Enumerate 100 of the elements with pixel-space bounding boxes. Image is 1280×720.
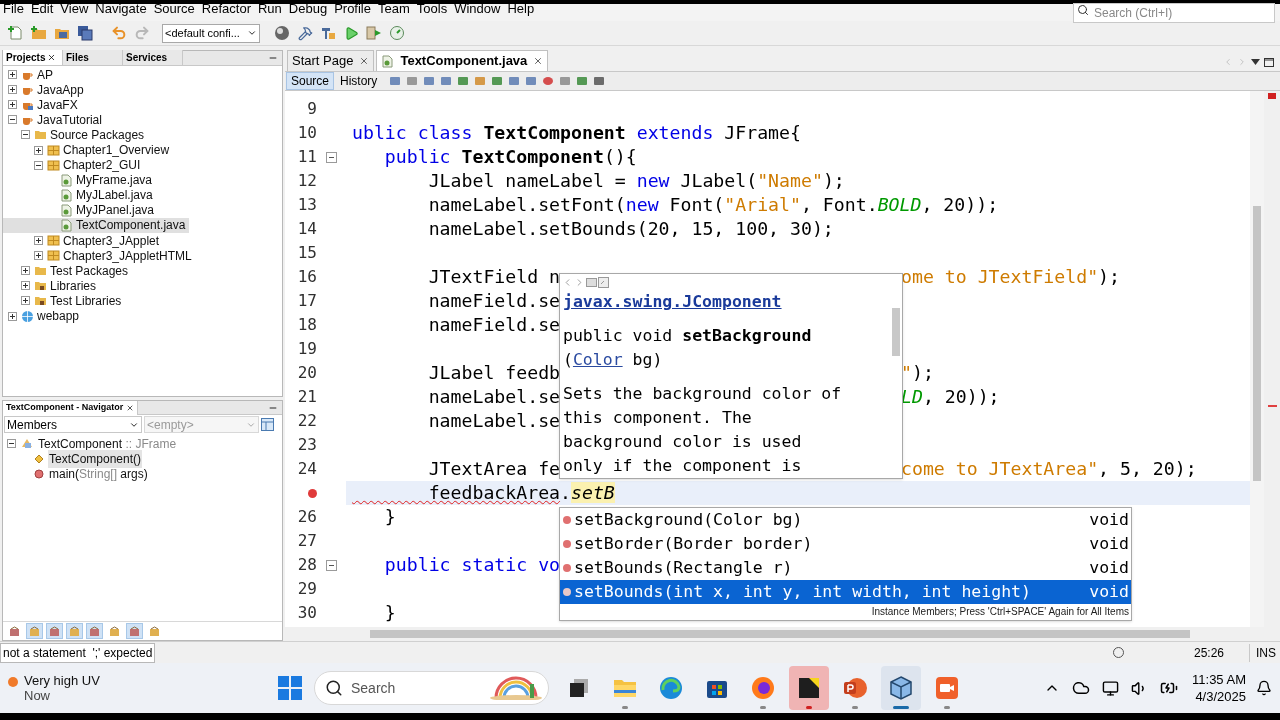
- menu-item[interactable]: Debug: [288, 1, 328, 17]
- tree-item[interactable]: Test Libraries: [3, 293, 126, 309]
- tree-item[interactable]: AP: [3, 67, 57, 83]
- menu-item[interactable]: Edit: [30, 1, 54, 17]
- filter-toggle[interactable]: [66, 623, 83, 639]
- panel-tab[interactable]: Services: [123, 50, 183, 65]
- panel-tab[interactable]: TextComponent - Navigator: [3, 400, 139, 415]
- dropdown-triangle-icon[interactable]: [1251, 59, 1260, 65]
- menu-item[interactable]: View: [60, 1, 89, 17]
- debug-icon[interactable]: [366, 25, 382, 41]
- taskbar-app[interactable]: [789, 666, 829, 710]
- close-icon[interactable]: [126, 403, 135, 412]
- clock-time[interactable]: 11:35 AM: [1192, 671, 1246, 688]
- scrollbar-thumb[interactable]: [370, 630, 1190, 638]
- expand-toggle[interactable]: [34, 145, 43, 155]
- scrollbar-thumb[interactable]: [1253, 206, 1261, 481]
- profile-gauge-icon[interactable]: [389, 25, 405, 41]
- menu-item[interactable]: Help: [507, 1, 535, 17]
- view-tab[interactable]: Source: [286, 72, 335, 90]
- type-link[interactable]: Color: [572, 350, 623, 369]
- scrollbar-thumb[interactable]: [892, 308, 900, 356]
- panel-tab[interactable]: Projects: [3, 50, 63, 65]
- tree-item[interactable]: Chapter3_JApplet: [3, 233, 164, 249]
- menu-item[interactable]: Team: [378, 1, 410, 17]
- tree-item[interactable]: MyJLabel.java: [3, 187, 157, 203]
- member-item[interactable]: TextComponent(): [48, 449, 143, 468]
- menu-item[interactable]: Window: [454, 1, 501, 17]
- run-icon[interactable]: [343, 25, 359, 41]
- editor-tool-icon[interactable]: [405, 74, 420, 88]
- menu-item[interactable]: Profile: [334, 1, 371, 17]
- completion-item[interactable]: setBorder(Border border) void: [560, 532, 1131, 556]
- editor-tool-icon[interactable]: [524, 74, 539, 88]
- menu-item[interactable]: Run: [257, 1, 282, 17]
- hammer-icon[interactable]: [297, 25, 313, 41]
- tree-item[interactable]: Libraries: [3, 278, 101, 294]
- menu-item[interactable]: Source: [153, 1, 195, 17]
- sphere-icon[interactable]: [274, 25, 290, 41]
- collapse-toggle[interactable]: [8, 115, 17, 125]
- close-icon[interactable]: [359, 56, 370, 66]
- close-icon[interactable]: [533, 56, 544, 66]
- configuration-dropdown[interactable]: <default confi...: [162, 23, 260, 43]
- expand-toggle[interactable]: [21, 266, 30, 276]
- editor-tool-icon[interactable]: [439, 74, 454, 88]
- notification-bell-icon[interactable]: [1256, 680, 1272, 696]
- expand-toggle[interactable]: [21, 281, 30, 291]
- tree-item[interactable]: MyFrame.java: [3, 172, 156, 188]
- undo-icon[interactable]: [111, 25, 127, 41]
- members-dropdown[interactable]: Members: [4, 416, 142, 433]
- taskbar-app[interactable]: [881, 666, 921, 710]
- editor-tool-icon[interactable]: [490, 74, 505, 88]
- editor-tool-icon[interactable]: [541, 74, 556, 88]
- panel-tab[interactable]: Files: [63, 50, 123, 65]
- tree-item[interactable]: Chapter3_JAppletHTML: [3, 248, 196, 264]
- expand-toggle[interactable]: [8, 100, 17, 110]
- filter-toggle[interactable]: [26, 623, 43, 639]
- tree-item[interactable]: Chapter2_GUI: [3, 157, 145, 173]
- collapse-toggle[interactable]: [21, 130, 30, 140]
- source-icon[interactable]: [598, 276, 609, 288]
- editor-tool-icon[interactable]: [507, 74, 522, 88]
- filter-toggle[interactable]: [86, 623, 103, 639]
- expand-toggle[interactable]: [8, 70, 17, 80]
- tree-item[interactable]: JavaApp: [3, 82, 88, 98]
- tree-item[interactable]: webapp: [3, 308, 84, 324]
- error-stripe-mark[interactable]: [1267, 405, 1277, 407]
- tree-item[interactable]: JavaTutorial: [3, 112, 106, 128]
- browser-icon[interactable]: [586, 276, 597, 288]
- fold-toggle[interactable]: [326, 151, 337, 163]
- editor-tool-icon[interactable]: [592, 74, 607, 88]
- editor-tool-icon[interactable]: [456, 74, 471, 88]
- search-field[interactable]: Search (Ctrl+I): [1073, 3, 1275, 23]
- editor-tool-icon[interactable]: [422, 74, 437, 88]
- class-link[interactable]: javax.swing.JComponent: [563, 290, 887, 314]
- start-icon[interactable]: [278, 676, 302, 700]
- clock-date[interactable]: 4/3/2025: [1195, 688, 1246, 705]
- editor-tool-icon[interactable]: [558, 74, 573, 88]
- tree-item[interactable]: Test Packages: [3, 263, 133, 279]
- completion-item[interactable]: setBounds(Rectangle r) void: [560, 556, 1131, 580]
- tree-item[interactable]: Chapter1_Overview: [3, 142, 174, 158]
- fold-toggle[interactable]: [326, 559, 337, 571]
- new-file-icon[interactable]: [8, 25, 24, 41]
- menu-item[interactable]: Refactor: [201, 1, 251, 17]
- collapse-toggle[interactable]: [34, 160, 43, 170]
- editor-tab[interactable]: Start Page: [287, 50, 375, 71]
- editor-tab[interactable]: TextComponent.java: [376, 50, 549, 71]
- editor-tool-icon[interactable]: [388, 74, 403, 88]
- editor-tool-icon[interactable]: [575, 74, 590, 88]
- menu-item[interactable]: File: [3, 1, 24, 17]
- filter-toggle[interactable]: [126, 623, 143, 639]
- completion-item[interactable]: setBounds(int x, int y, int width, int height) void: [560, 580, 1131, 604]
- cloud-icon[interactable]: [1072, 679, 1091, 697]
- completion-item[interactable]: setBackground(Color bg) void: [560, 508, 1131, 532]
- clean-build-icon[interactable]: [320, 25, 336, 41]
- menu-item[interactable]: Navigate: [95, 1, 147, 17]
- editor-tool-icon[interactable]: [473, 74, 488, 88]
- taskbar-search[interactable]: Search: [314, 671, 549, 705]
- expand-toggle[interactable]: [34, 236, 43, 246]
- maximize-icon[interactable]: [1264, 57, 1274, 67]
- expand-toggle[interactable]: [21, 296, 30, 306]
- new-project-icon[interactable]: [31, 25, 47, 41]
- view-tab[interactable]: History: [336, 72, 382, 90]
